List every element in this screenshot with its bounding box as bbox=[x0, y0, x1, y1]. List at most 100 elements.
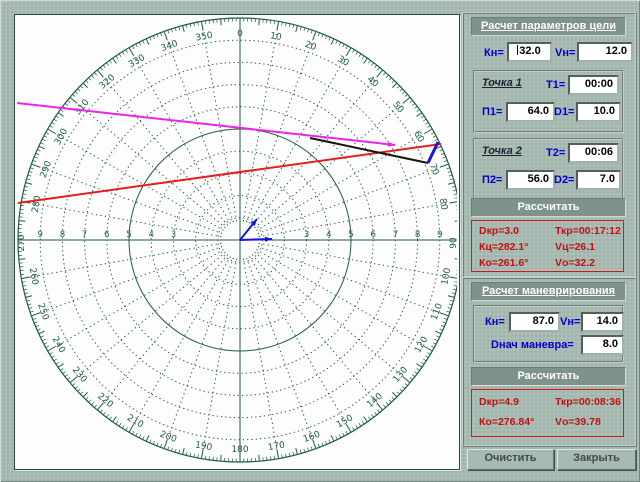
degree-tick bbox=[60, 110, 63, 112]
degree-tick bbox=[308, 448, 309, 451]
degree-tick bbox=[139, 42, 141, 45]
degree-tick bbox=[83, 83, 88, 88]
degree-tick bbox=[435, 339, 438, 341]
degree-tick bbox=[392, 392, 397, 397]
vn-input[interactable]: 12.0 bbox=[577, 42, 633, 62]
kn-input[interactable]: 32.0 bbox=[507, 42, 552, 62]
degree-tick bbox=[168, 30, 169, 33]
p2-input[interactable]: 56.0 bbox=[506, 170, 555, 190]
degree-tick bbox=[308, 29, 309, 32]
degree-tick bbox=[347, 48, 352, 56]
degree-tick bbox=[63, 371, 66, 373]
degree-tick bbox=[423, 119, 426, 121]
degree-tick bbox=[453, 289, 456, 290]
degree-tick bbox=[448, 308, 451, 309]
degree-label: 120 bbox=[413, 335, 430, 355]
degree-label: 320 bbox=[98, 73, 118, 92]
degree-tick bbox=[24, 190, 27, 191]
degree-tick bbox=[52, 356, 55, 358]
degree-tick bbox=[392, 83, 397, 88]
degree-tick bbox=[311, 447, 312, 450]
degree-tick bbox=[259, 455, 260, 461]
point2-groupbox: Точка 2 T2= 00:06 П2= 56.0 D2= 7.0 bbox=[473, 138, 624, 201]
bearing-radial bbox=[246, 40, 312, 222]
degree-tick bbox=[34, 157, 37, 158]
t2-input[interactable]: 00:06 bbox=[568, 143, 619, 163]
d2-input[interactable]: 7.0 bbox=[576, 170, 621, 190]
degree-tick bbox=[450, 300, 453, 301]
degree-tick bbox=[331, 435, 334, 441]
degree-tick bbox=[183, 26, 185, 32]
degree-tick bbox=[113, 417, 117, 422]
degree-tick bbox=[343, 433, 345, 436]
degree-tick bbox=[42, 139, 45, 141]
result2-dkr: Dкр=4.9 bbox=[472, 396, 555, 408]
degree-tick bbox=[26, 296, 32, 298]
kn2-label: Кн= bbox=[485, 316, 505, 328]
degree-tick bbox=[39, 331, 45, 334]
result-dkr: Dкр=3.0 bbox=[472, 225, 555, 237]
degree-tick bbox=[50, 126, 53, 128]
degree-tick bbox=[129, 48, 134, 56]
degree-tick bbox=[455, 221, 457, 222]
degree-tick bbox=[293, 25, 294, 28]
degree-tick bbox=[40, 143, 43, 145]
d1-input[interactable]: 10.0 bbox=[576, 102, 621, 122]
degree-tick bbox=[27, 300, 30, 301]
target-parameters-panel: Расчет параметров цели Кн= 32.0 Vн= 12.0… bbox=[462, 12, 637, 278]
t1-label: T1= bbox=[546, 79, 565, 91]
degree-tick bbox=[65, 375, 68, 377]
degree-tick bbox=[36, 153, 39, 154]
degree-tick bbox=[100, 67, 102, 70]
degree-tick bbox=[346, 46, 348, 49]
degree-tick bbox=[34, 322, 37, 323]
degree-label: 250 bbox=[35, 302, 50, 322]
degree-label: 150 bbox=[335, 413, 355, 430]
degree-tick bbox=[122, 425, 124, 428]
degree-tick bbox=[113, 58, 117, 63]
degree-label: 310 bbox=[73, 98, 92, 118]
range-label: 3 bbox=[171, 230, 176, 240]
degree-tick bbox=[46, 132, 49, 134]
degree-tick bbox=[346, 431, 348, 434]
maneuver-calculate-button[interactable]: Рассчитать bbox=[471, 367, 626, 386]
close-button[interactable]: Закрыть bbox=[557, 449, 636, 470]
degree-tick bbox=[353, 50, 355, 53]
degree-tick bbox=[67, 378, 70, 380]
range-label: 3 bbox=[304, 230, 309, 240]
t1-input[interactable]: 00:00 bbox=[568, 75, 619, 95]
degree-tick bbox=[70, 97, 77, 103]
degree-tick bbox=[31, 164, 39, 167]
maneuvering-board[interactable]: 0102030405060708010011012013014015016017… bbox=[15, 15, 457, 467]
degree-label: 130 bbox=[392, 365, 411, 385]
degree-label: 190 bbox=[194, 440, 213, 453]
degree-tick bbox=[356, 425, 358, 428]
degree-tick bbox=[40, 336, 43, 338]
degree-tick bbox=[375, 412, 377, 415]
t2-label: T2= bbox=[546, 147, 565, 159]
degree-tick bbox=[425, 356, 428, 358]
degree-tick bbox=[441, 325, 444, 326]
degree-tick bbox=[97, 70, 103, 77]
bearing-radial bbox=[56, 134, 224, 231]
target-calculate-button[interactable]: Рассчитать bbox=[471, 198, 626, 217]
clear-button[interactable]: Очистить bbox=[467, 449, 554, 470]
degree-tick bbox=[359, 54, 361, 57]
dstart-input[interactable]: 8.0 bbox=[581, 335, 624, 355]
degree-tick bbox=[329, 37, 330, 40]
degree-tick bbox=[452, 293, 455, 294]
kn2-input[interactable]: 87.0 bbox=[509, 312, 560, 332]
bearing-radial bbox=[134, 56, 231, 224]
range-label: 8 bbox=[415, 230, 420, 240]
p1-input[interactable]: 64.0 bbox=[506, 102, 555, 122]
bearing-radial bbox=[250, 56, 347, 224]
degree-tick bbox=[103, 65, 105, 68]
degree-label: 220 bbox=[95, 392, 115, 411]
degree-tick bbox=[153, 36, 154, 39]
range-label: 4 bbox=[148, 230, 153, 240]
degree-tick bbox=[383, 405, 385, 408]
degree-tick bbox=[78, 89, 81, 91]
result-vc: Vц=26.1 bbox=[555, 241, 595, 253]
degree-tick bbox=[183, 448, 185, 454]
vn2-input[interactable]: 14.0 bbox=[581, 312, 624, 332]
